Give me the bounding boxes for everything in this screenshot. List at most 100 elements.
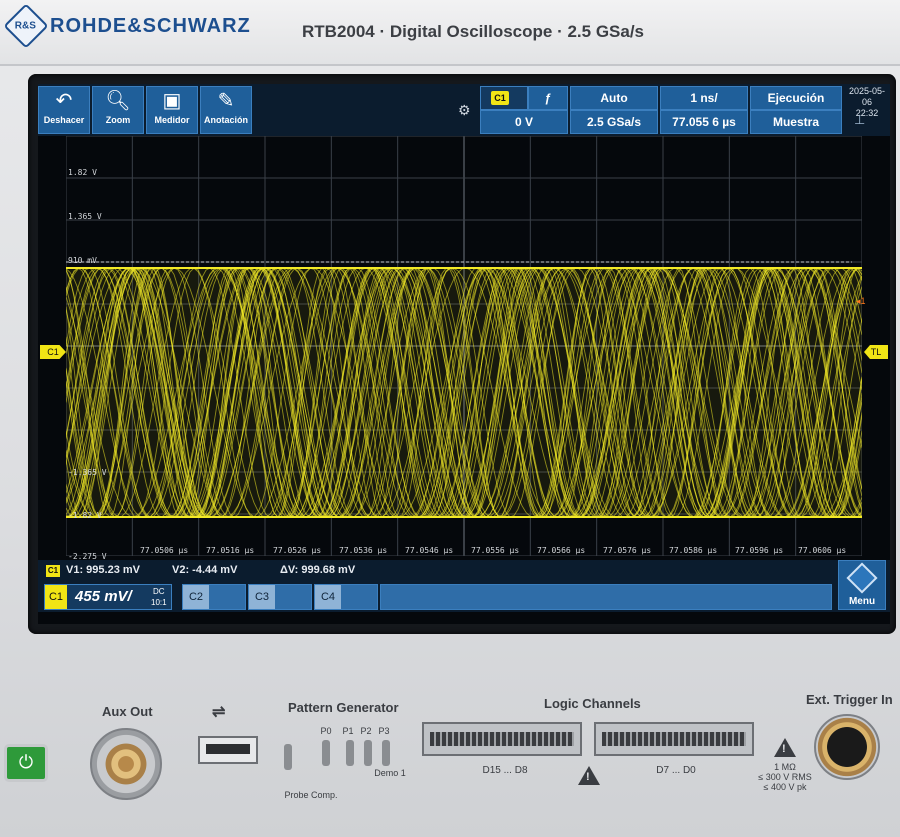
channel-c1-coupling: DC 10:1 xyxy=(151,586,167,608)
network-icon: ⊥ xyxy=(854,112,866,127)
ext-trigger-warning-icon xyxy=(774,738,796,757)
zoom-button[interactable]: 🔍︎ Zoom xyxy=(92,86,144,134)
x-label-7: 77.0566 µs xyxy=(537,546,586,555)
measurement-channel-tag: C1 xyxy=(46,565,60,577)
usb-icon: ⇌ xyxy=(212,704,226,721)
top-bezel: R&S ROHDE&SCHWARZ RTB2004 · Digital Osci… xyxy=(0,0,900,66)
channel-c1-scale: 455 mV/ xyxy=(75,588,132,605)
channel-offset-marker[interactable]: C1 xyxy=(40,345,66,359)
zoom-icon: 🔍︎ xyxy=(105,90,131,112)
pin-p2-label: P2 xyxy=(360,726,372,736)
trigger-level-marker[interactable]: TL xyxy=(864,345,888,359)
ext-trigger-label: Ext. Trigger In xyxy=(806,692,893,707)
y-label-4: -1.365 V xyxy=(68,468,107,477)
pin-p3-label: P3 xyxy=(378,726,390,736)
channel-c4-button[interactable]: C4 xyxy=(314,584,378,610)
power-icon: ⏻ xyxy=(18,752,34,772)
annotation-label: Anotación xyxy=(204,115,248,125)
pattern-generator-label: Pattern Generator xyxy=(288,700,399,715)
meter-label: Medidor xyxy=(154,115,190,125)
cursor-v2: V2: -4.44 mV xyxy=(172,564,238,576)
channel-c2-tag: C2 xyxy=(183,585,209,609)
trigger-mode[interactable]: Auto xyxy=(570,86,658,110)
cursor-delta-v: ΔV: 999.68 mV xyxy=(280,564,356,576)
menu-button[interactable]: Menu xyxy=(838,560,886,610)
x-label-5: 77.0546 µs xyxy=(405,546,454,555)
time-position[interactable]: 77.055 6 µs xyxy=(660,110,748,134)
pin-p0-label: P0 xyxy=(320,726,332,736)
meter-button[interactable]: ▣ Medidor xyxy=(146,86,198,134)
y-label-1: 1.82 V xyxy=(68,168,97,177)
undo-icon: ↶ xyxy=(55,90,73,112)
ext-trigger-connector xyxy=(814,714,880,780)
waveform-svg xyxy=(66,136,862,556)
undo-button[interactable]: ↶ Deshacer xyxy=(38,86,90,134)
logic-connector-high xyxy=(422,722,582,756)
brand-name: ROHDE&SCHWARZ xyxy=(50,14,251,37)
channel-c3-button[interactable]: C3 xyxy=(248,584,312,610)
probe-ratio: 10:1 xyxy=(151,598,167,607)
sample-rate[interactable]: 2.5 GSa/s xyxy=(570,110,658,134)
gear-icon[interactable]: ⚙ xyxy=(458,102,471,119)
pin-p2 xyxy=(364,740,372,766)
warning-icon xyxy=(578,766,600,785)
y-label-3: 910 mV xyxy=(68,256,97,265)
trigger-slope[interactable]: ƒ xyxy=(528,86,568,110)
zoom-label: Zoom xyxy=(105,115,131,125)
run-state[interactable]: Ejecución xyxy=(750,86,842,110)
channel-c4-tag: C4 xyxy=(315,585,341,609)
rising-edge-icon: ƒ xyxy=(544,91,552,105)
annotation-button[interactable]: ✎ Anotación xyxy=(200,86,252,134)
aux-out-label: Aux Out xyxy=(102,704,153,719)
cursor-marker[interactable]: ◂1 xyxy=(856,296,866,307)
y-label-5: -1.82 V xyxy=(68,511,102,520)
cursor-v1: V1: 995.23 mV xyxy=(66,564,140,576)
pin-p0 xyxy=(322,740,330,766)
ext-trigger-specs: 1 MΩ ≤ 300 V RMS ≤ 400 V pk xyxy=(752,762,818,792)
logic-high-label: D15 ... D8 xyxy=(482,765,528,776)
usb-port xyxy=(198,736,258,764)
acquisition-mode[interactable]: Muestra xyxy=(750,110,842,134)
x-label-1: 77.0506 µs xyxy=(140,546,189,555)
pin-p1-label: P1 xyxy=(342,726,354,736)
x-label-11: 77.0606 µs xyxy=(798,546,847,555)
undo-label: Deshacer xyxy=(43,115,85,125)
channel-bar-filler xyxy=(380,584,832,610)
x-label-8: 77.0576 µs xyxy=(603,546,652,555)
logic-low-label: D7 ... D0 xyxy=(656,765,696,776)
time: 22:32 xyxy=(855,108,879,118)
trigger-source[interactable]: C1 xyxy=(480,86,528,110)
channel-c1-tag: C1 xyxy=(45,585,67,609)
pen-icon: ✎ xyxy=(217,90,235,112)
x-label-4: 77.0536 µs xyxy=(339,546,388,555)
coupling: DC xyxy=(153,587,165,596)
meter-icon: ▣ xyxy=(162,90,182,112)
oscilloscope-screen: ↶ Deshacer 🔍︎ Zoom ▣ Medidor ✎ Anotación… xyxy=(38,84,890,624)
trigger-channel-badge: C1 xyxy=(491,91,509,105)
x-label-6: 77.0556 µs xyxy=(471,546,520,555)
pin-p3 xyxy=(382,740,390,766)
x-label-10: 77.0596 µs xyxy=(735,546,784,555)
waveform-plot[interactable]: 1.82 V 1.365 V 910 mV -1.365 V -1.82 V -… xyxy=(66,136,866,561)
brand: R&S ROHDE&SCHWARZ xyxy=(3,3,251,49)
channel-c2-button[interactable]: C2 xyxy=(182,584,246,610)
channel-c1-button[interactable]: C1 455 mV/ DC 10:1 xyxy=(44,584,172,610)
date: 2025-05-06 xyxy=(848,86,886,107)
channel-c3-tag: C3 xyxy=(249,585,275,609)
probe-comp-ground-pin xyxy=(284,744,292,770)
measurement-bar: C1 V1: 995.23 mV V2: -4.44 mV ΔV: 999.68… xyxy=(38,560,890,582)
x-label-3: 77.0526 µs xyxy=(273,546,322,555)
pin-p1 xyxy=(346,740,354,766)
x-label-9: 77.0586 µs xyxy=(669,546,718,555)
y-label-2: 1.365 V xyxy=(68,212,102,221)
date-time: 2025-05-06 22:32 xyxy=(844,86,890,119)
ext-spec-rms: ≤ 300 V RMS xyxy=(758,772,812,782)
trigger-level[interactable]: 0 V xyxy=(480,110,568,134)
power-button[interactable]: ⏻ xyxy=(4,744,48,782)
timebase[interactable]: 1 ns/ xyxy=(660,86,748,110)
ext-spec-impedance: 1 MΩ xyxy=(774,762,796,772)
logic-connector-low xyxy=(594,722,754,756)
aux-out-connector xyxy=(90,728,162,800)
model-line: RTB2004 · Digital Oscilloscope · 2.5 GSa… xyxy=(302,22,645,41)
toolbar: ↶ Deshacer 🔍︎ Zoom ▣ Medidor ✎ Anotación… xyxy=(38,84,890,136)
